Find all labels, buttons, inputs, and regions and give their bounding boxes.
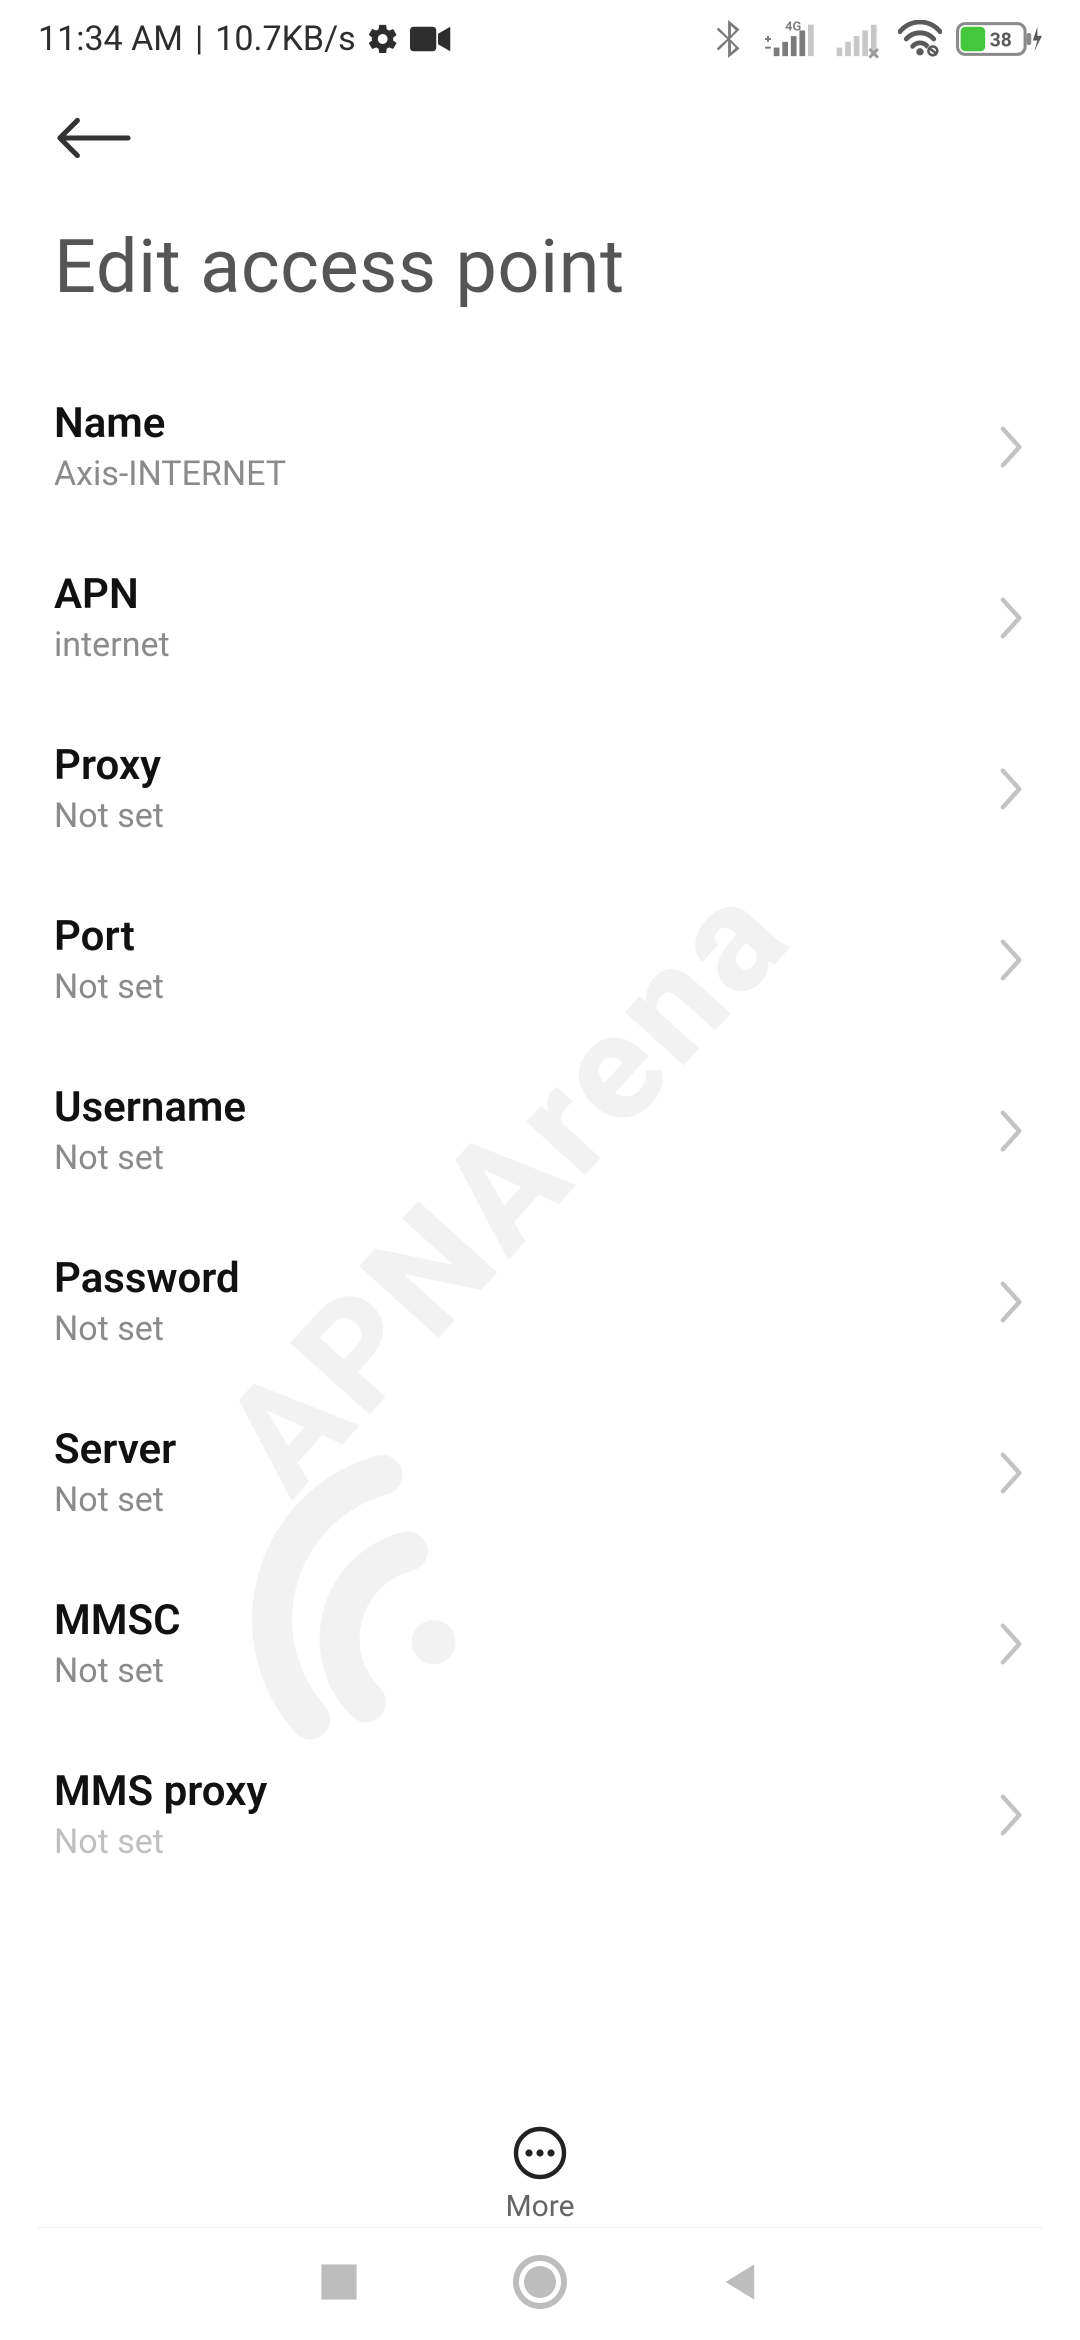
square-icon <box>317 2260 361 2304</box>
camera-icon <box>410 24 452 54</box>
back-arrow-icon <box>54 116 132 160</box>
svg-text:4G: 4G <box>785 19 801 34</box>
row-label: Password <box>54 1254 240 1303</box>
row-name[interactable]: Name Axis-INTERNET <box>0 361 1080 532</box>
row-label: Port <box>54 912 164 961</box>
row-value: Not set <box>54 1822 267 1862</box>
chevron-right-icon <box>998 1793 1026 1837</box>
gear-icon <box>366 22 400 56</box>
circle-icon <box>512 2254 568 2310</box>
triangle-left-icon <box>719 2260 763 2304</box>
system-navbar <box>0 2228 1080 2340</box>
row-username[interactable]: Username Not set <box>0 1045 1080 1216</box>
bluetooth-icon <box>716 20 744 58</box>
more-button[interactable]: More <box>0 2113 1080 2224</box>
nav-back-button[interactable] <box>719 2260 763 2308</box>
row-apn[interactable]: APN internet <box>0 532 1080 703</box>
chevron-right-icon <box>998 938 1026 982</box>
row-mmsc[interactable]: MMSC Not set <box>0 1558 1080 1729</box>
row-mms-proxy[interactable]: MMS proxy Not set <box>0 1729 1080 1900</box>
nav-recent-button[interactable] <box>317 2260 361 2308</box>
page-title: Edit access point <box>0 164 1080 341</box>
chevron-right-icon <box>998 1109 1026 1153</box>
header <box>0 70 1080 164</box>
more-icon <box>512 2125 568 2181</box>
signal-sim1-icon: 4G <box>758 19 818 59</box>
chevron-right-icon <box>998 1451 1026 1495</box>
status-left: 11:34 AM | 10.7KB/s <box>38 19 452 59</box>
chevron-right-icon <box>998 767 1026 811</box>
chevron-right-icon <box>998 1622 1026 1666</box>
row-password[interactable]: Password Not set <box>0 1216 1080 1387</box>
row-server[interactable]: Server Not set <box>0 1387 1080 1558</box>
status-network-speed: 10.7KB/s <box>215 19 355 59</box>
row-label: Username <box>54 1083 246 1132</box>
row-port[interactable]: Port Not set <box>0 874 1080 1045</box>
battery-icon: 38 <box>956 20 1042 58</box>
status-bar: 11:34 AM | 10.7KB/s 4G <box>0 0 1080 70</box>
row-proxy[interactable]: Proxy Not set <box>0 703 1080 874</box>
row-value: Not set <box>54 1138 246 1178</box>
row-label: Proxy <box>54 741 164 790</box>
row-value: Not set <box>54 1651 181 1691</box>
row-label: APN <box>54 570 170 619</box>
chevron-right-icon <box>998 596 1026 640</box>
row-value: Not set <box>54 796 164 836</box>
row-label: Name <box>54 399 286 448</box>
row-value: Not set <box>54 1309 240 1349</box>
status-time: 11:34 AM <box>38 19 183 59</box>
status-sep: | <box>195 19 203 59</box>
row-label: Server <box>54 1425 176 1474</box>
back-button[interactable] <box>54 116 132 164</box>
more-label: More <box>505 2189 574 2224</box>
nav-home-button[interactable] <box>512 2254 568 2314</box>
chevron-right-icon <box>998 425 1026 469</box>
settings-list: Name Axis-INTERNET APN internet Proxy No… <box>0 341 1080 1900</box>
svg-text:38: 38 <box>990 29 1012 52</box>
row-value: Not set <box>54 1480 176 1520</box>
row-label: MMS proxy <box>54 1767 267 1816</box>
status-right: 4G 38 <box>716 19 1042 59</box>
signal-sim2-icon <box>832 19 884 59</box>
row-value: Not set <box>54 967 164 1007</box>
row-value: internet <box>54 625 170 665</box>
wifi-icon <box>898 20 942 58</box>
row-label: MMSC <box>54 1596 181 1645</box>
chevron-right-icon <box>998 1280 1026 1324</box>
row-value: Axis-INTERNET <box>54 454 286 494</box>
